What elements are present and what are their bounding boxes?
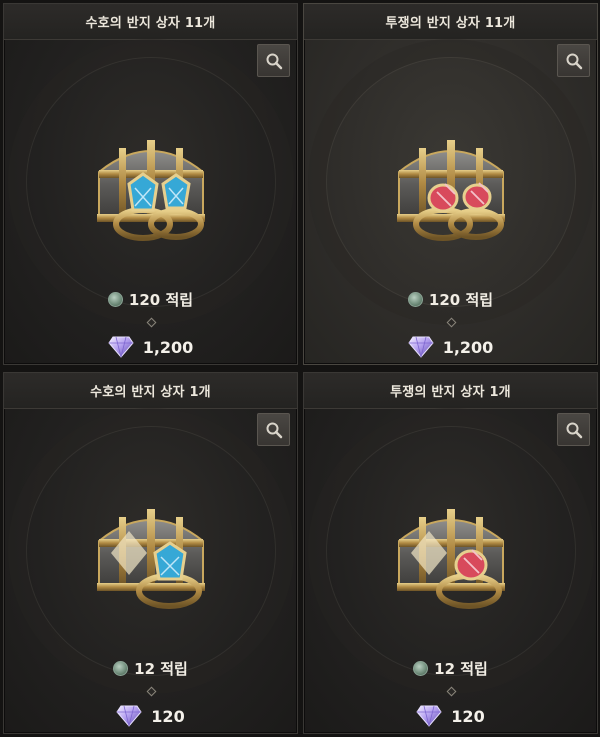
diamond-gem-icon	[408, 336, 434, 358]
price-text: 120	[151, 706, 185, 726]
mileage-text: 12 적립	[434, 659, 488, 678]
product-card-struggle-1[interactable]: 투쟁의 반지 상자 1개 12 적립 120	[303, 372, 598, 734]
magnifier-icon	[266, 422, 282, 438]
guardian-ring-box-image	[96, 509, 205, 609]
diamond-gem-icon	[108, 336, 134, 358]
zoom-button[interactable]	[557, 413, 590, 446]
price-text: 1,200	[142, 337, 194, 357]
price-row: 120	[4, 704, 297, 728]
divider-diamond	[146, 686, 156, 697]
product-title: 투쟁의 반지 상자 1개	[390, 385, 511, 400]
product-title: 투쟁의 반지 상자 11개	[385, 16, 516, 31]
mileage-coin-icon	[107, 291, 123, 307]
magnifier-icon	[566, 53, 582, 69]
magnifier-icon	[566, 422, 582, 438]
product-card-guardian-1[interactable]: 수호의 반지 상자 1개 12 적립 120	[3, 372, 298, 734]
product-title: 수호의 반지 상자 1개	[90, 385, 211, 400]
mileage-coin-icon	[113, 660, 129, 676]
price-row: 1,200	[4, 335, 297, 359]
price-row: 1,200	[304, 335, 597, 359]
mileage-coin-icon	[407, 291, 423, 307]
card-header: 투쟁의 반지 상자 1개	[304, 373, 597, 409]
divider-diamond	[446, 317, 456, 328]
card-header: 투쟁의 반지 상자 11개	[304, 4, 597, 40]
card-header: 수호의 반지 상자 11개	[4, 4, 297, 40]
zoom-button[interactable]	[257, 44, 290, 77]
mileage-reward: 120 적립	[304, 288, 597, 310]
mileage-reward: 120 적립	[4, 288, 297, 310]
struggle-ring-box-image	[396, 509, 505, 609]
divider-diamond	[146, 317, 156, 328]
product-card-struggle-11[interactable]: 투쟁의 반지 상자 11개 120 적립 1,200	[303, 3, 598, 365]
mileage-text: 12 적립	[134, 659, 188, 678]
mileage-reward: 12 적립	[304, 657, 597, 679]
zoom-button[interactable]	[557, 44, 590, 77]
mileage-reward: 12 적립	[4, 657, 297, 679]
divider-diamond	[446, 686, 456, 697]
diamond-gem-icon	[416, 705, 442, 727]
magnifier-icon	[266, 53, 282, 69]
struggle-ring-box-image	[396, 140, 505, 241]
card-header: 수호의 반지 상자 1개	[4, 373, 297, 409]
mileage-text: 120 적립	[128, 290, 194, 309]
guardian-ring-box-image	[96, 140, 205, 241]
mileage-text: 120 적립	[428, 290, 494, 309]
product-card-guardian-11[interactable]: 수호의 반지 상자 11개 120 적립 1,200	[3, 3, 298, 365]
price-row: 120	[304, 704, 597, 728]
zoom-button[interactable]	[257, 413, 290, 446]
price-text: 120	[451, 706, 485, 726]
diamond-gem-icon	[116, 705, 142, 727]
product-title: 수호의 반지 상자 11개	[85, 16, 216, 31]
price-text: 1,200	[442, 337, 494, 357]
mileage-coin-icon	[413, 660, 429, 676]
